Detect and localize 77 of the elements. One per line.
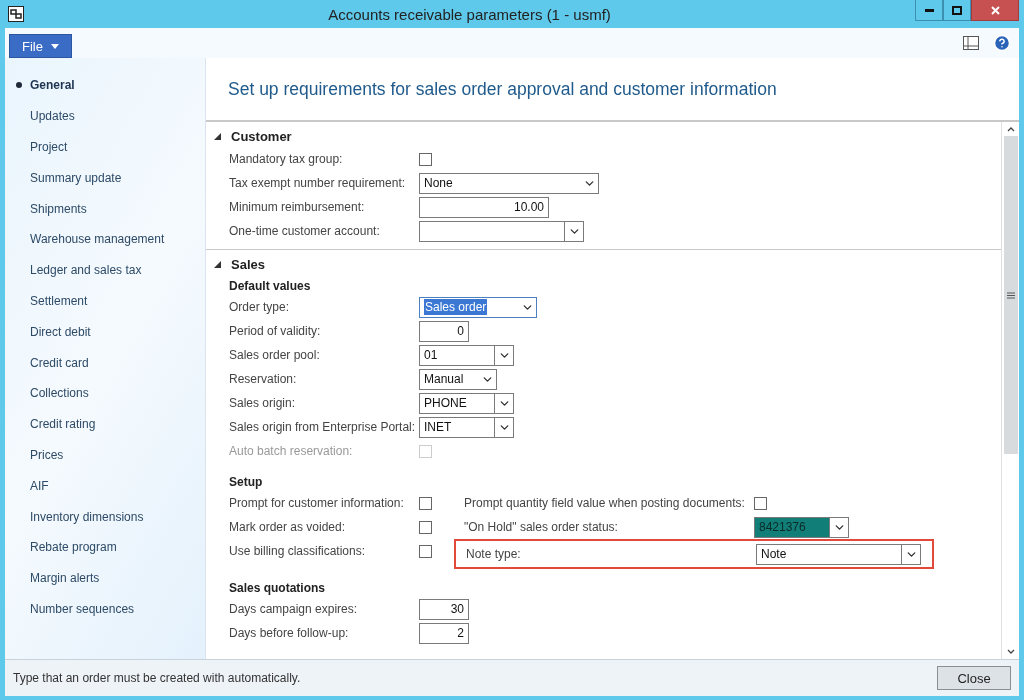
collapse-icon[interactable] <box>214 132 221 140</box>
field-label: Prompt quantity field value when posting documents: <box>464 496 746 510</box>
sidebar-item[interactable]: Credit rating <box>5 408 205 440</box>
number-field[interactable]: 0 <box>419 320 469 342</box>
field-label: Sales origin from Enterprise Portal: <box>229 420 417 434</box>
sidebar-item[interactable]: AIF <box>5 470 205 502</box>
caret-icon <box>50 43 59 49</box>
help-icon[interactable] <box>993 34 1011 52</box>
section-title: Sales <box>231 256 265 272</box>
status-text: Type that an order must be created with automatically. <box>13 671 301 685</box>
sidebar-item[interactable]: Direct debit <box>5 316 205 348</box>
field-label: Mandatory tax group: <box>229 152 344 166</box>
sidebar-item[interactable]: Prices <box>5 439 205 471</box>
field-label: Note type: <box>466 547 522 561</box>
field-label: Reservation: <box>229 372 298 386</box>
sidebar-item[interactable]: Rebate program <box>5 531 205 563</box>
sidebar-item[interactable]: Ledger and sales tax <box>5 254 205 286</box>
page-heading: Set up requirements for sales order approval and customer information <box>206 58 1019 122</box>
sidebar-item[interactable]: Shipments <box>5 193 205 224</box>
layout-icon[interactable] <box>963 36 979 50</box>
sidebar-item[interactable]: General <box>5 70 205 101</box>
sidebar-item[interactable]: Warehouse management <box>5 224 205 255</box>
dropdown[interactable]: None <box>419 172 599 194</box>
field-label: Days before follow-up: <box>229 626 350 640</box>
field-label: Order type: <box>229 300 291 314</box>
number-field[interactable]: 30 <box>419 598 469 620</box>
checkbox[interactable] <box>419 520 432 534</box>
sidebar-item[interactable]: Project <box>5 131 205 163</box>
group-title: Sales quotations <box>229 581 326 595</box>
maximize-icon <box>952 5 962 15</box>
sidebar-item[interactable]: Inventory dimensions <box>5 501 205 532</box>
field-label: Mark order as voided: <box>229 520 347 534</box>
minimize-button[interactable] <box>915 0 943 21</box>
number-field[interactable]: 10.00 <box>419 196 549 218</box>
field-label: "On Hold" sales order status: <box>464 520 619 534</box>
lookup-field[interactable]: PHONE <box>419 392 514 414</box>
field-label: Days campaign expires: <box>229 602 359 616</box>
field-label: Tax exempt number requirement: <box>229 176 407 190</box>
file-menu-button[interactable]: File <box>9 34 72 58</box>
section-title: Customer <box>231 128 292 144</box>
sidebar-item[interactable]: Settlement <box>5 285 205 317</box>
field-label: Sales order pool: <box>229 348 321 362</box>
collapse-icon[interactable] <box>214 260 221 268</box>
number-field[interactable]: 2 <box>419 622 469 644</box>
lookup-field[interactable]: Note <box>756 543 921 565</box>
dropdown[interactable]: Sales order <box>419 296 537 318</box>
group-title: Default values <box>229 279 311 293</box>
field-label: One-time customer account: <box>229 224 381 238</box>
close-dialog-button[interactable]: Close <box>937 666 1011 690</box>
field-label: Minimum reimbursement: <box>229 200 366 214</box>
sidebar-item[interactable]: Updates <box>5 100 205 132</box>
checkbox[interactable] <box>419 152 432 166</box>
sidebar-item[interactable]: Credit card <box>5 347 205 378</box>
app-icon <box>8 6 24 22</box>
field-label: Sales origin: <box>229 396 297 410</box>
group-title: Setup <box>229 475 263 489</box>
sidebar-item[interactable]: Collections <box>5 377 205 409</box>
lookup-field[interactable]: 01 <box>419 344 514 366</box>
checkbox[interactable] <box>419 496 432 510</box>
close-icon <box>990 5 1000 15</box>
lookup-field[interactable]: INET <box>419 416 514 438</box>
close-button[interactable] <box>971 0 1019 21</box>
lookup-field[interactable] <box>419 220 584 242</box>
field-label: Period of validity: <box>229 324 322 338</box>
field-label: Use billing classifications: <box>229 544 367 558</box>
sidebar-item[interactable]: Margin alerts <box>5 562 205 594</box>
minimize-icon <box>924 8 934 12</box>
scrollbar-thumb[interactable] <box>1003 136 1018 454</box>
field-label: Prompt for customer information: <box>229 496 405 510</box>
checkbox[interactable] <box>754 496 767 510</box>
checkbox[interactable] <box>419 544 432 558</box>
sidebar-item[interactable]: Number sequences <box>5 593 205 625</box>
field-label: Auto batch reservation: <box>229 444 354 458</box>
dropdown[interactable]: Manual <box>419 368 497 390</box>
maximize-button[interactable] <box>943 0 971 21</box>
window-title: Accounts receivable parameters (1 - usmf) <box>327 5 612 23</box>
sidebar-item[interactable]: Summary update <box>5 162 205 194</box>
